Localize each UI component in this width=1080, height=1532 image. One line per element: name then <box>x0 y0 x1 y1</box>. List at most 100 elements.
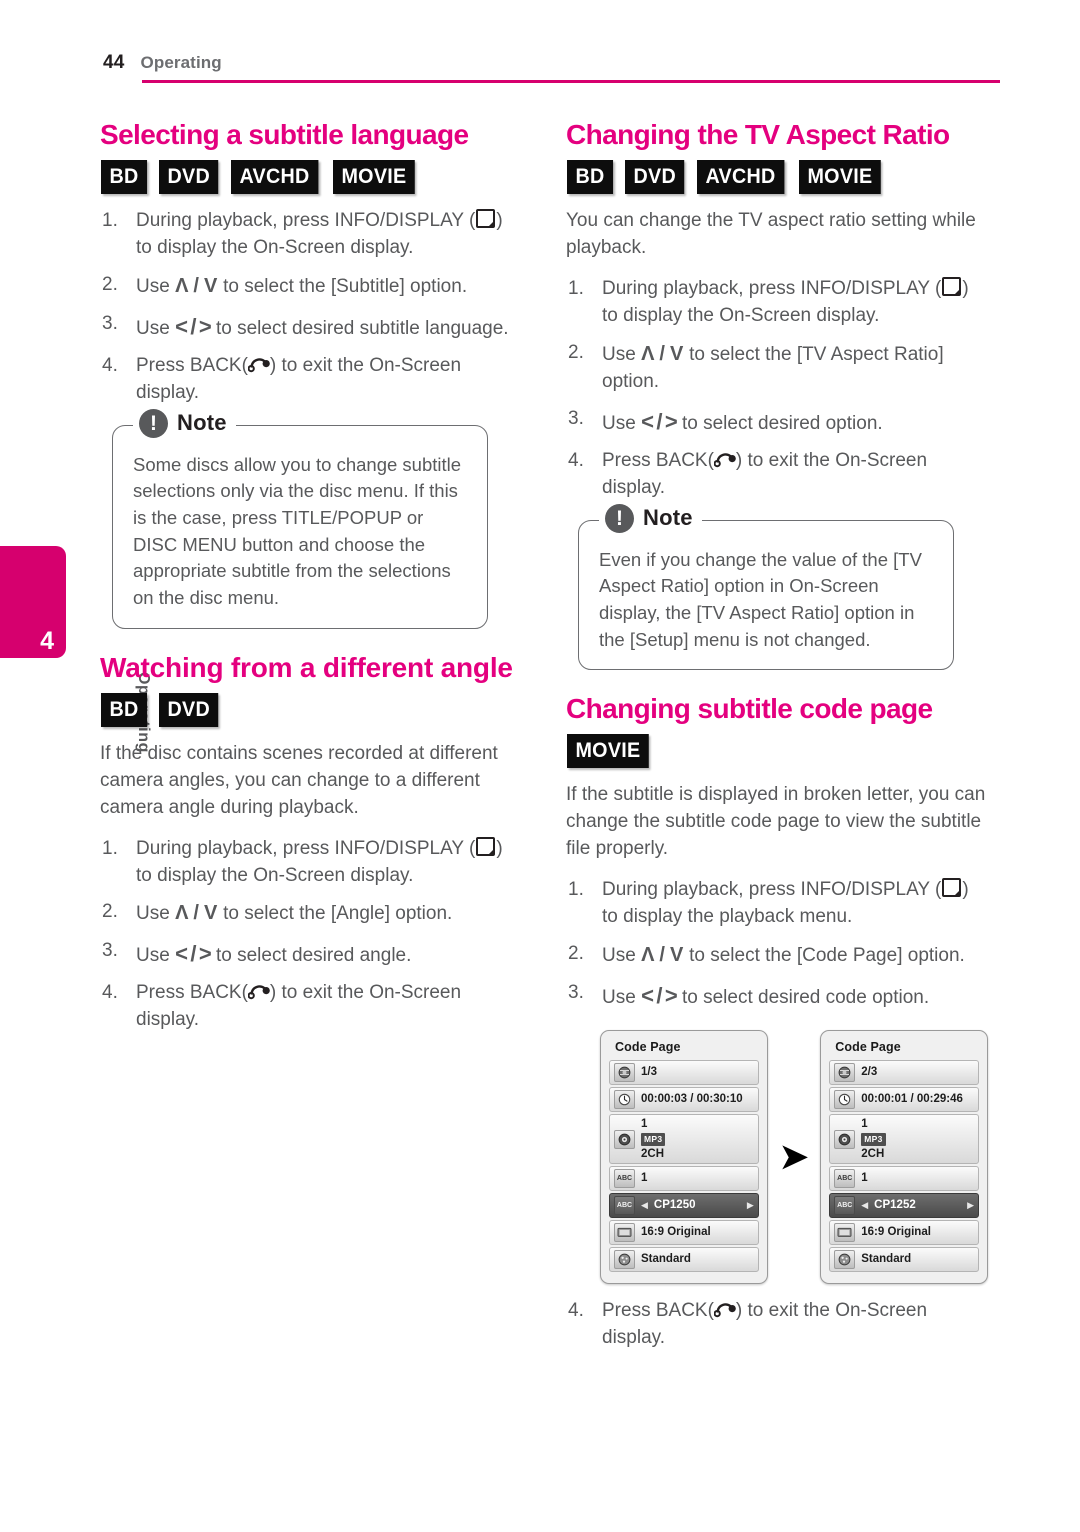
osd-audio-channels: 2CH <box>861 1147 885 1160</box>
osd-row-picture-mode: Standard <box>829 1247 979 1273</box>
media-badges-code-page: MOVIE <box>567 734 988 769</box>
back-key-icon <box>247 358 270 373</box>
step-text-pre: Use <box>136 317 176 339</box>
audio-disc-icon <box>834 1129 856 1149</box>
step-text-pre: Use <box>602 987 642 1009</box>
step-number: 3. <box>568 407 584 429</box>
code-page-icon: ABC <box>614 1196 635 1216</box>
step-text-post: to select desired angle. <box>210 945 412 967</box>
badge-movie: MOVIE <box>798 160 881 195</box>
left-arrow-icon[interactable]: ◀ <box>641 1201 648 1210</box>
step-number: 1. <box>568 277 584 299</box>
chapter-tab: 4 <box>0 546 66 658</box>
transition-arrow-icon: ➤ <box>779 1138 809 1177</box>
step-text-pre: Use <box>602 412 642 434</box>
back-key-icon <box>713 1303 736 1318</box>
tv-aspect-icon <box>834 1223 856 1243</box>
display-key-icon <box>942 276 962 296</box>
osd-value: 1 <box>641 1172 648 1185</box>
header-rule <box>142 80 1000 83</box>
page-header: 44 Operating <box>100 52 1000 83</box>
osd-row-time: 00:00:03 / 00:30:10 <box>609 1087 759 1113</box>
osd-value: CP1250 <box>653 1199 696 1212</box>
osd-value: 00:00:03 / 00:30:10 <box>641 1093 743 1106</box>
step-item: 1. During playback, press INFO/DISPLAY ()… <box>100 836 522 890</box>
mp3-badge: MP3 <box>641 1132 666 1146</box>
step-text-post: to select the [Angle] option. <box>217 903 453 925</box>
step-item: 4. Press BACK() to exit the On-Screen dis… <box>100 980 522 1034</box>
badge-avchd: AVCHD <box>231 160 319 195</box>
step-text-pre: Use <box>136 903 176 925</box>
step-item: 4. Press BACK() to exit the On-Screen dis… <box>100 353 522 407</box>
back-key-icon <box>247 985 270 1000</box>
osd-audio-track: 1 <box>861 1118 868 1131</box>
note-header: ! Note <box>599 503 702 533</box>
step-item: 3. Use < / > to select desired option. <box>566 406 988 438</box>
right-column: Changing the TV Aspect Ratio BD DVD AVCH… <box>566 118 988 1362</box>
media-badges-angle: BD DVD <box>101 692 522 727</box>
step-text-pre: Use <box>602 945 642 967</box>
step-item: 3. Use < / > to select desired angle. <box>100 938 522 970</box>
osd-value: 2/3 <box>861 1066 878 1079</box>
step-item: 1. During playback, press INFO/DISPLAY ()… <box>100 208 522 262</box>
right-arrow-icon[interactable]: ▶ <box>967 1201 974 1210</box>
step-number: 2. <box>568 943 584 965</box>
media-badges-aspect-ratio: BD DVD AVCHD MOVIE <box>567 160 988 195</box>
heading-selecting-subtitle-language: Selecting a subtitle language <box>100 119 469 150</box>
step-number: 1. <box>568 879 584 901</box>
step-item: 2. Use Λ / V to select the [Subtitle] opt… <box>100 272 522 301</box>
step-number: 4. <box>102 354 118 376</box>
exclamation-icon: ! <box>605 503 634 533</box>
note-header: ! Note <box>133 408 236 438</box>
intro-paragraph-angle: If the disc contains scenes recorded at … <box>100 742 498 818</box>
osd-title: Code Page <box>835 1040 901 1055</box>
osd-value: 16:9 Original <box>861 1226 931 1239</box>
osd-value: 1/3 <box>641 1066 657 1079</box>
osd-value: 00:00:01 / 00:29:46 <box>861 1093 963 1106</box>
step-text-post: to select desired code option. <box>676 987 930 1009</box>
picture-mode-icon <box>834 1250 856 1270</box>
osd-value: 1 <box>861 1172 868 1185</box>
left-right-arrows-icon: < / > <box>175 941 212 967</box>
right-arrow-icon[interactable]: ▶ <box>747 1201 754 1210</box>
osd-row-audio: 1 MP3 2CH <box>609 1114 759 1165</box>
step-text-pre: Use <box>136 945 176 967</box>
osd-row-title-chapter: 1/3 <box>609 1060 759 1086</box>
step-text-post: to select desired option. <box>676 412 883 434</box>
step-text-pre: During playback, press INFO/DISPLAY ( <box>136 210 476 232</box>
subtitle-abc-icon: ABC <box>834 1169 856 1189</box>
osd-row-code-page[interactable]: ABC ◀ CP1252 ▶ <box>829 1193 979 1219</box>
clock-icon <box>834 1090 856 1110</box>
step-item: 4. Press BACK() to exit the On-Screen dis… <box>566 1298 988 1352</box>
badge-avchd: AVCHD <box>697 160 785 195</box>
steps-code-page-final: 4. Press BACK() to exit the On-Screen dis… <box>566 1298 988 1352</box>
note-title: Note <box>643 505 693 531</box>
badge-bd: BD <box>101 160 148 195</box>
heading-watching-different-angle: Watching from a different angle <box>100 651 513 683</box>
up-down-arrows-icon: Λ / V <box>641 944 684 967</box>
heading-changing-subtitle-code-page: Changing subtitle code page <box>566 693 933 725</box>
step-item: 4. Press BACK() to exit the On-Screen dis… <box>566 448 988 502</box>
step-text-post: to select the [Code Page] option. <box>683 945 965 967</box>
breadcrumb: 44 Operating <box>100 52 1000 74</box>
osd-row-time: 00:00:01 / 00:29:46 <box>829 1087 979 1113</box>
osd-row-subtitle: ABC 1 <box>609 1166 759 1192</box>
osd-value: Standard <box>861 1253 912 1266</box>
badge-movie: MOVIE <box>332 160 415 195</box>
step-number: 3. <box>102 312 118 334</box>
step-number: 2. <box>568 341 584 363</box>
up-down-arrows-icon: Λ / V <box>641 342 684 365</box>
steps-watching-different-angle: 1. During playback, press INFO/DISPLAY ()… <box>100 836 522 1035</box>
note-box-subtitle: ! Note Some discs allow you to change su… <box>112 408 488 629</box>
step-item: 2. Use Λ / V to select the [TV Aspect Rat… <box>566 340 988 396</box>
osd-row-picture-mode: Standard <box>609 1247 759 1273</box>
clock-icon <box>614 1090 635 1110</box>
osd-panel-after: Code Page 2/3 00:00:01 / 00:29:46 1 MP3 … <box>820 1030 988 1285</box>
step-item: 2. Use Λ / V to select the [Code Page] op… <box>566 941 988 970</box>
osd-row-code-page[interactable]: ABC ◀ CP1250 ▶ <box>609 1193 759 1219</box>
badge-bd: BD <box>567 160 614 195</box>
display-key-icon <box>942 878 962 898</box>
note-body: Even if you change the value of the [TV … <box>599 548 922 650</box>
left-arrow-icon[interactable]: ◀ <box>861 1201 868 1210</box>
note-box-aspect-ratio: ! Note Even if you change the value of t… <box>578 503 954 671</box>
